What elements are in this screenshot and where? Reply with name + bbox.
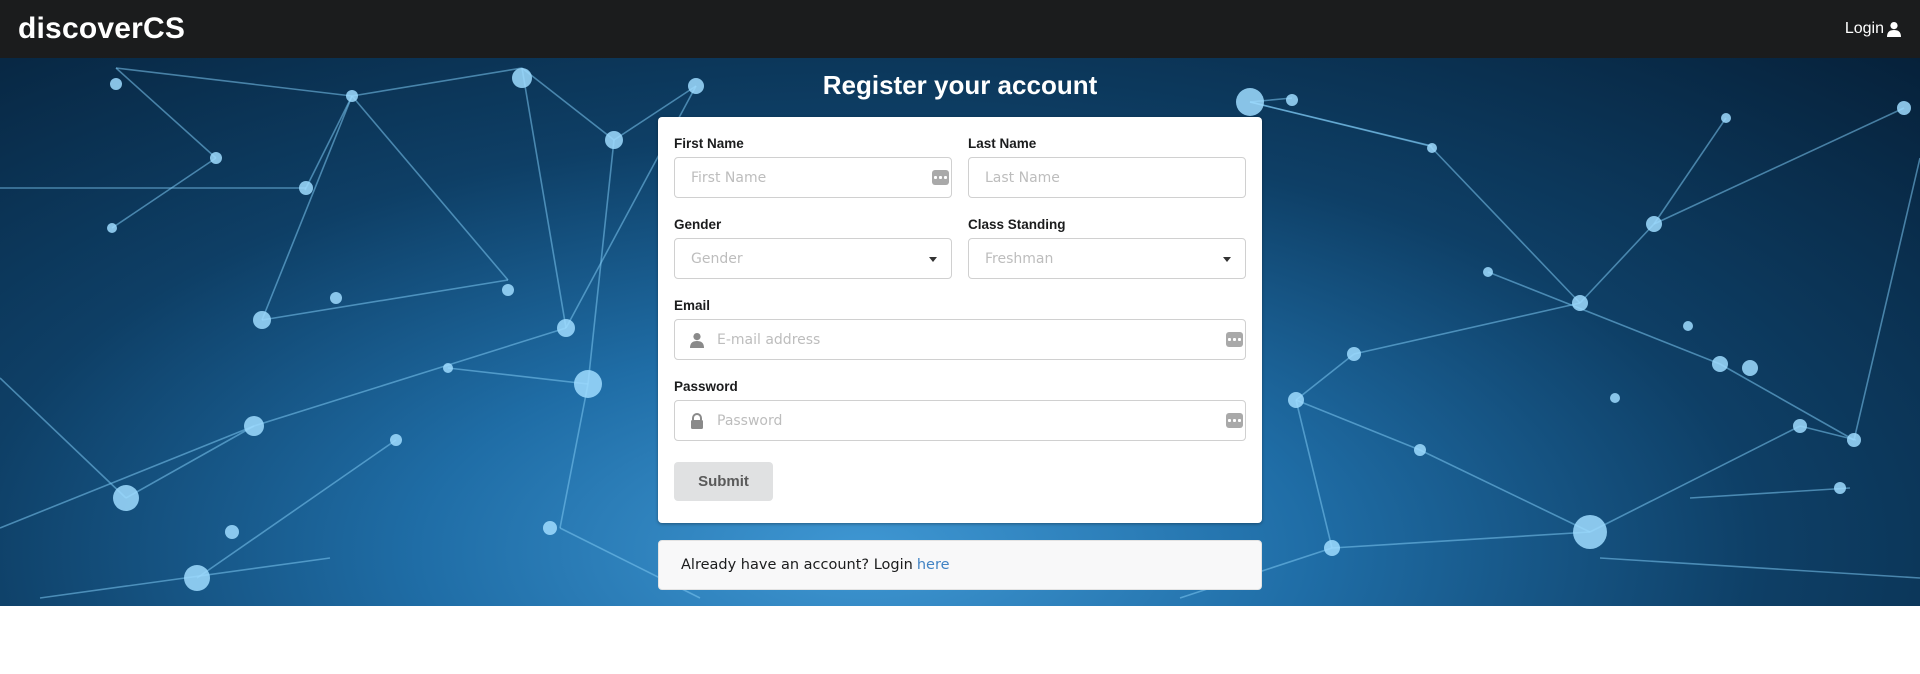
email-input[interactable]: E-mail address: [674, 319, 1246, 360]
nav-login-label: Login: [1844, 20, 1884, 37]
user-icon: [690, 333, 704, 348]
gender-selected-value: Gender: [691, 250, 743, 267]
autofill-icon[interactable]: [1226, 332, 1243, 347]
email-placeholder: E-mail address: [717, 331, 821, 348]
last-name-placeholder: Last Name: [985, 169, 1060, 186]
chevron-down-icon: [1223, 257, 1231, 262]
first-name-label: First Name: [674, 136, 744, 151]
password-placeholder: Password: [717, 412, 783, 429]
class-standing-label: Class Standing: [968, 217, 1066, 232]
lock-icon: [691, 413, 703, 429]
page-title: Register your account: [822, 70, 1098, 100]
login-prompt-text: Already have an account? Login: [681, 557, 913, 573]
login-prompt-message: Already have an account? Login here: [658, 540, 1262, 590]
registration-form: First Name First Name Last Name Last Nam…: [658, 117, 1262, 523]
password-field: Password Password: [674, 379, 1246, 441]
last-name-label: Last Name: [968, 136, 1037, 151]
first-name-placeholder: First Name: [691, 169, 767, 186]
login-here-link[interactable]: here: [917, 557, 950, 573]
chevron-down-icon: [929, 257, 937, 262]
email-label: Email: [674, 298, 711, 313]
autofill-icon[interactable]: [1226, 413, 1243, 428]
gender-field: Gender Gender: [674, 217, 952, 279]
last-name-field: Last Name Last Name: [968, 136, 1246, 198]
class-standing-selected-value: Freshman: [985, 250, 1054, 267]
password-label: Password: [674, 379, 738, 394]
email-field: Email E-mail address: [674, 298, 1246, 360]
gender-label: Gender: [674, 217, 722, 232]
nav-login-link[interactable]: Login: [1845, 20, 1902, 38]
first-name-field: First Name First Name: [674, 136, 952, 198]
submit-button[interactable]: Submit: [674, 462, 773, 501]
class-standing-select[interactable]: Freshman: [968, 238, 1246, 279]
password-input[interactable]: Password: [674, 400, 1246, 441]
user-icon: [1887, 22, 1901, 37]
gender-select[interactable]: Gender: [674, 238, 952, 279]
top-navbar: discoverCS Login: [0, 0, 1920, 58]
autofill-icon[interactable]: [932, 170, 949, 185]
brand-logo[interactable]: discoverCS: [18, 12, 185, 46]
class-standing-field: Class Standing Freshman: [968, 217, 1246, 279]
last-name-input[interactable]: Last Name: [968, 157, 1246, 198]
first-name-input[interactable]: First Name: [674, 157, 952, 198]
